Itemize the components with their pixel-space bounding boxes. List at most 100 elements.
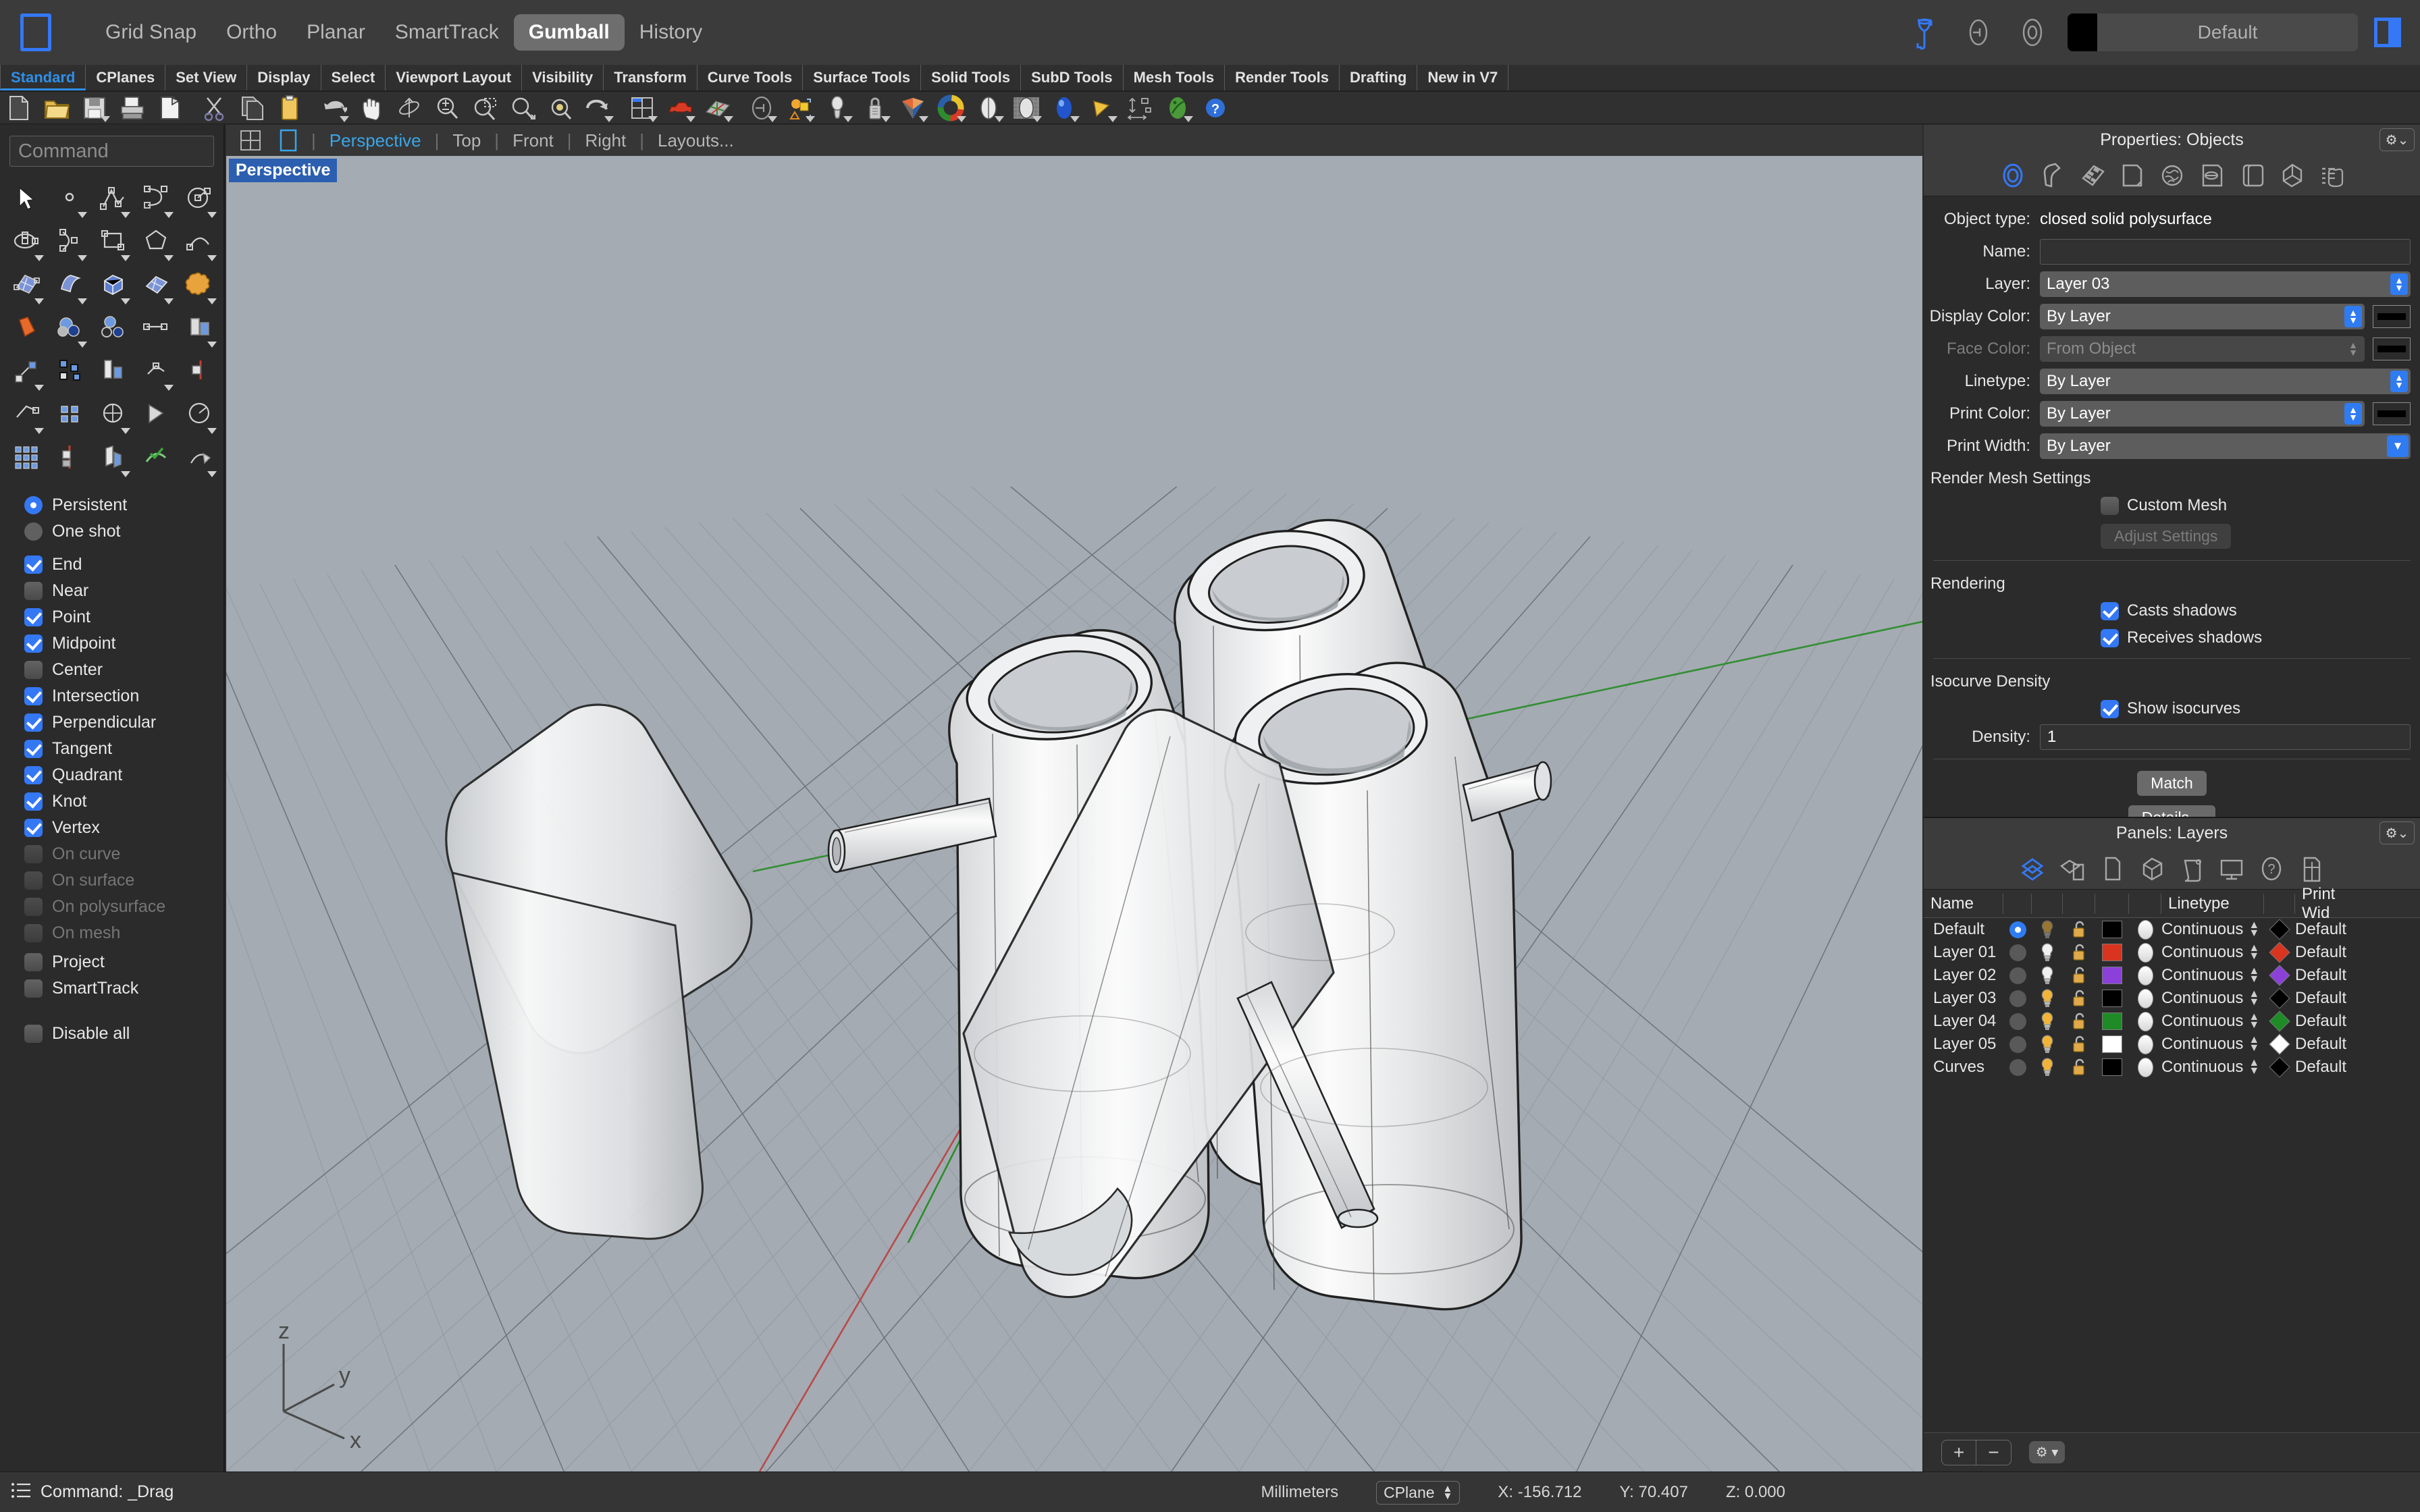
display-color-select[interactable]: By Layer ▲ ▼: [2040, 304, 2365, 329]
help-icon[interactable]: ?: [1196, 93, 1234, 123]
snap-tangent[interactable]: Tangent: [24, 736, 223, 762]
radio-one-shot[interactable]: [24, 522, 43, 541]
layer-color-swatch[interactable]: [2095, 967, 2129, 984]
pan-hand-icon[interactable]: [352, 93, 390, 123]
layer-visibility-bulb-icon[interactable]: [2032, 988, 2063, 1008]
casts-shadows-checkbox[interactable]: [2101, 601, 2119, 620]
snap-knot[interactable]: Knot: [24, 788, 223, 815]
layer-lock-icon[interactable]: [2063, 965, 2095, 986]
planar-surface-icon[interactable]: [5, 307, 47, 349]
new-file-icon[interactable]: [0, 93, 38, 123]
layer-print-width-value[interactable]: Default: [2295, 966, 2356, 985]
layer-lock-icon[interactable]: [2063, 988, 2095, 1008]
layer-linetype-select[interactable]: Continuous ▲ ▼: [2161, 920, 2264, 939]
checkbox-perpendicular[interactable]: [24, 713, 43, 732]
layer-visibility-bulb-icon[interactable]: [2032, 942, 2063, 963]
explode-icon[interactable]: [135, 350, 177, 392]
layer-color-swatch[interactable]: [2095, 944, 2129, 961]
layer-print-color-swatch[interactable]: [2264, 919, 2295, 940]
current-layer-color-swatch[interactable]: [2068, 14, 2097, 51]
material-icon[interactable]: [2036, 159, 2069, 192]
lock-object-icon[interactable]: [743, 93, 781, 123]
lock-oval-icon[interactable]: [1959, 12, 1997, 53]
layer-print-width-value[interactable]: Default: [2295, 1058, 2356, 1077]
layer-visibility-bulb-icon[interactable]: [2032, 919, 2063, 940]
layer-material-icon[interactable]: [2129, 988, 2161, 1008]
document-icon[interactable]: [2096, 853, 2128, 885]
boolean-union-icon[interactable]: [49, 307, 90, 349]
print-width-select[interactable]: By Layer ▼: [2040, 433, 2411, 459]
layer-name[interactable]: Layer 05: [1924, 1035, 2003, 1054]
tab-standard[interactable]: Standard: [0, 65, 86, 90]
tab-solid-tools[interactable]: Solid Tools: [921, 65, 1022, 90]
layer-current-radio[interactable]: [2003, 967, 2032, 984]
layer-row[interactable]: Curves Continuous ▲ ▼ Default: [1924, 1056, 2420, 1079]
toggle-history[interactable]: History: [625, 14, 717, 51]
offset-icon[interactable]: [178, 307, 220, 349]
page-layout-icon[interactable]: [2295, 853, 2327, 885]
layer-linetype-select[interactable]: Continuous ▲ ▼: [2161, 943, 2264, 962]
ghosted-view-icon[interactable]: [1007, 93, 1045, 123]
light-object-icon[interactable]: [781, 93, 818, 123]
layer-material-icon[interactable]: [2129, 919, 2161, 940]
right-panel-toggle-icon[interactable]: [2374, 18, 2401, 47]
shaded-view-icon[interactable]: [970, 93, 1007, 123]
snap-project[interactable]: Project: [24, 949, 223, 975]
snap-midpoint[interactable]: Midpoint: [24, 630, 223, 657]
toggle-grid-snap[interactable]: Grid Snap: [90, 14, 211, 51]
mesh-display-icon[interactable]: [2156, 159, 2188, 192]
loft-surface-icon[interactable]: [49, 264, 90, 306]
checkbox-tangent[interactable]: [24, 740, 43, 758]
zoom-selected-icon[interactable]: [542, 93, 579, 123]
layer-lock-icon[interactable]: [2063, 919, 2095, 940]
arctic-view-icon[interactable]: [1083, 93, 1121, 123]
snap-disable-all[interactable]: Disable all: [24, 1021, 223, 1047]
tab-set-view[interactable]: Set View: [165, 65, 248, 90]
layer-print-color-swatch[interactable]: [2264, 1056, 2295, 1078]
layers-objects-icon[interactable]: [2056, 853, 2088, 885]
snap-point[interactable]: Point: [24, 604, 223, 630]
tab-select[interactable]: Select: [321, 65, 386, 90]
scissors-cut-icon[interactable]: [195, 93, 233, 123]
layer-print-color-swatch[interactable]: [2264, 1033, 2295, 1055]
tab-cplanes[interactable]: CPlanes: [86, 65, 166, 90]
single-view-layout-icon[interactable]: [275, 127, 302, 154]
toggle-smarttrack[interactable]: SmartTrack: [380, 14, 514, 51]
layer-lock-icon[interactable]: [2063, 1011, 2095, 1031]
layer-name[interactable]: Layer 03: [1924, 989, 2003, 1008]
dimension-icon[interactable]: [1121, 93, 1159, 123]
display-icon[interactable]: [2215, 853, 2248, 885]
layer-print-color-swatch[interactable]: [2264, 988, 2295, 1009]
layer-print-color-swatch[interactable]: [2264, 942, 2295, 963]
snap-near[interactable]: Near: [24, 578, 223, 604]
linetype-select[interactable]: By Layer ▲ ▼: [2040, 369, 2411, 394]
layer-name[interactable]: Layer 01: [1924, 943, 2003, 962]
receives-shadows-checkbox[interactable]: [2101, 628, 2119, 647]
layer-name[interactable]: Default: [1924, 920, 2003, 939]
layer-name[interactable]: Layer 02: [1924, 966, 2003, 985]
tab-display[interactable]: Display: [247, 65, 321, 90]
layer-visibility-bulb-icon[interactable]: [2032, 1057, 2063, 1077]
chevron-down-icon[interactable]: ▼: [2387, 435, 2409, 457]
ellipse-icon[interactable]: [5, 221, 47, 263]
polyline-icon[interactable]: [92, 178, 134, 219]
command-history-icon[interactable]: [11, 1482, 31, 1503]
viewport-tab-right[interactable]: Right: [581, 130, 631, 151]
curve-icon[interactable]: [135, 178, 177, 219]
stepper-icon[interactable]: ▲ ▼: [2344, 403, 2362, 425]
render-preview-icon[interactable]: [894, 93, 932, 123]
object-icon[interactable]: [2236, 159, 2268, 192]
spotlight-icon[interactable]: [818, 93, 856, 123]
check-object-icon[interactable]: [135, 437, 177, 479]
checkbox-disable-all[interactable]: [24, 1025, 43, 1043]
snap-mode-persistent[interactable]: Persistent: [24, 492, 223, 518]
boolean-split-icon[interactable]: [49, 350, 90, 392]
box-solid-icon[interactable]: [92, 264, 134, 306]
checkbox-near[interactable]: [24, 582, 43, 600]
layer-print-width-value[interactable]: Default: [2295, 920, 2356, 939]
array-polar-icon[interactable]: [49, 437, 90, 479]
arc-icon[interactable]: [49, 221, 90, 263]
layer-linetype-select[interactable]: Continuous ▲ ▼: [2161, 966, 2264, 985]
layer-color-swatch[interactable]: [2095, 1035, 2129, 1053]
layer-color-swatch[interactable]: [2095, 1013, 2129, 1030]
